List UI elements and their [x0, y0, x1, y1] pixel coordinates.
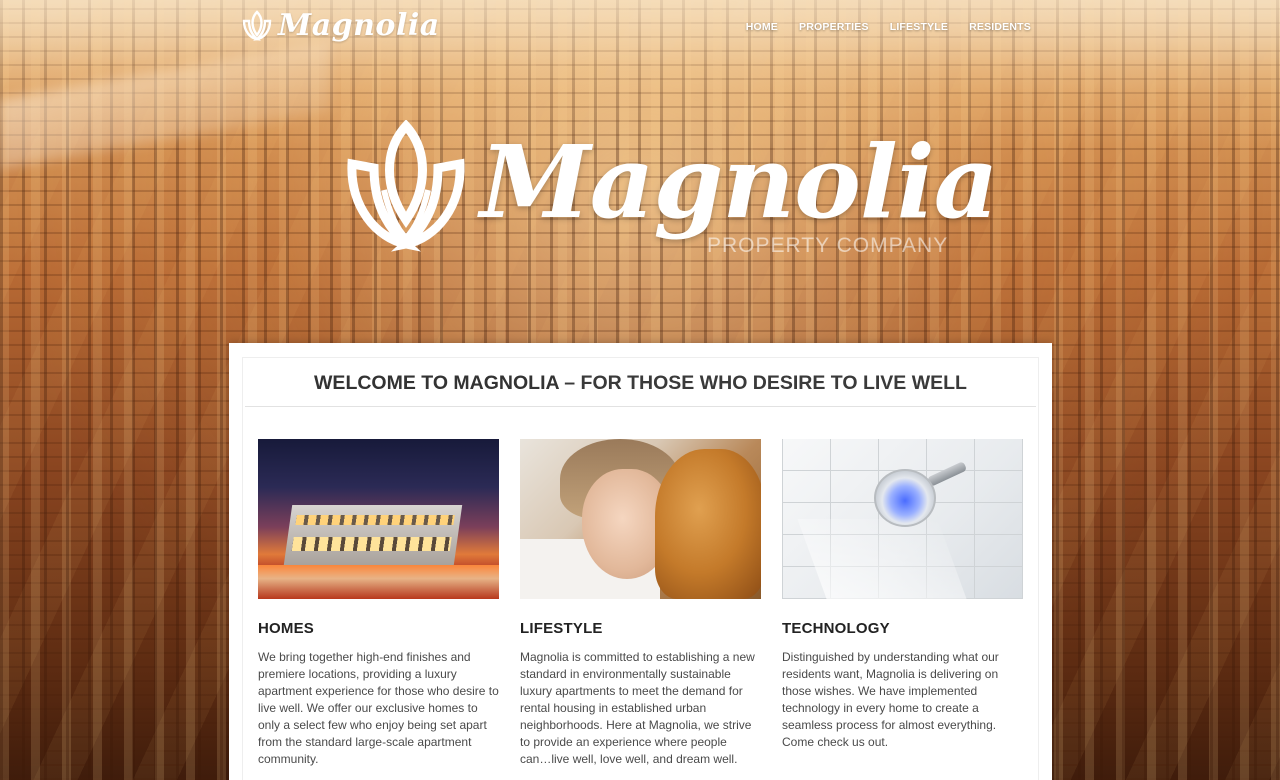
top-navigation-bar: Magnolia HOME PROPERTIES LIFESTYLE RESID…: [0, 0, 1280, 56]
magnolia-flower-icon: [240, 9, 274, 43]
feature-heading: TECHNOLOGY: [782, 620, 890, 637]
hero-logo: Magnolia PROPERTY COMPANY: [340, 118, 999, 268]
main-nav: HOME PROPERTIES LIFESTYLE RESIDENTS: [746, 21, 1031, 33]
feature-column-technology: TECHNOLOGY Distinguished by understandin…: [782, 439, 1023, 768]
feature-text: Distinguished by understanding what our …: [782, 650, 999, 749]
lifestyle-photo: [520, 439, 761, 599]
welcome-heading-rest: – FOR THOSE WHO DESIRE TO LIVE WELL: [558, 372, 967, 394]
feature-column-lifestyle: LIFESTYLE Magnolia is committed to estab…: [520, 439, 761, 768]
magnolia-flower-icon: [340, 119, 472, 257]
feature-heading: LIFESTYLE: [520, 620, 603, 637]
technology-photo: [782, 439, 1023, 599]
feature-text: We bring together high-end finishes and …: [258, 650, 499, 766]
brand-logo-text: Magnolia: [278, 8, 440, 43]
feature-text: Magnolia is committed to establishing a …: [520, 650, 755, 766]
nav-item-home[interactable]: HOME: [746, 21, 778, 33]
content-card: WELCOME TO MAGNOLIA – FOR THOSE WHO DESI…: [229, 343, 1052, 780]
nav-item-residents[interactable]: RESIDENTS: [969, 21, 1031, 33]
feature-heading: HOMES: [258, 620, 315, 637]
homes-photo: [258, 439, 499, 599]
nav-item-properties[interactable]: PROPERTIES: [799, 21, 869, 33]
welcome-heading-bold: WELCOME TO MAGNOLIA: [314, 372, 559, 394]
feature-columns: HOMES We bring together high-end finishe…: [258, 439, 1023, 768]
welcome-heading: WELCOME TO MAGNOLIA – FOR THOSE WHO DESI…: [245, 357, 1036, 407]
feature-column-homes: HOMES We bring together high-end finishe…: [258, 439, 499, 768]
hero-subtitle: PROPERTY COMPANY: [707, 234, 949, 257]
brand-logo-link[interactable]: Magnolia: [240, 8, 440, 43]
nav-item-lifestyle[interactable]: LIFESTYLE: [890, 21, 948, 33]
hero-title: Magnolia: [480, 123, 999, 241]
